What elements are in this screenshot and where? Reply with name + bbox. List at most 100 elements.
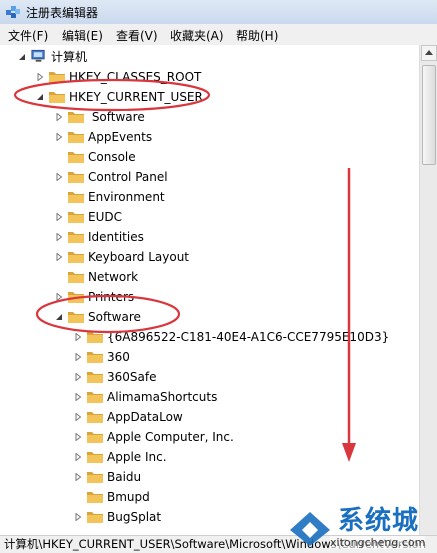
vertical-scrollbar[interactable] — [419, 45, 437, 535]
tree-node[interactable]: Apple Inc. — [0, 447, 400, 467]
watermark-text: 系统城 — [338, 506, 420, 536]
collapse-arrow-icon[interactable] — [55, 313, 63, 321]
tree-node[interactable]: Console — [0, 147, 400, 167]
folder-open-icon — [68, 312, 84, 323]
folder-icon — [68, 192, 84, 203]
folder-icon — [68, 132, 84, 143]
menu-favorites[interactable]: 收藏夹(A) — [170, 27, 224, 44]
folder-icon — [87, 512, 103, 523]
folder-icon — [68, 252, 84, 263]
tree-root-label: 计算机 — [51, 50, 88, 64]
regedit-icon — [6, 6, 20, 18]
tree-node[interactable]: Network — [0, 267, 400, 287]
folder-icon — [68, 212, 84, 223]
tree-node-label: Console — [88, 150, 136, 164]
tree-node[interactable]: AppDataLow — [0, 407, 400, 427]
expand-arrow-icon[interactable] — [74, 373, 82, 381]
expand-arrow-icon[interactable] — [74, 413, 82, 421]
expand-arrow-icon[interactable] — [74, 333, 82, 341]
tree-node[interactable]: 360 — [0, 347, 400, 367]
folder-open-icon — [49, 92, 65, 103]
tree-node-label: Baidu — [107, 470, 142, 484]
menu-bar: 文件(F) 编辑(E) 查看(V) 收藏夹(A) 帮助(H) — [0, 24, 437, 46]
scroll-thumb[interactable] — [422, 65, 436, 165]
tree-node[interactable]: EUDC — [0, 207, 400, 227]
tree-node-label: BugSplat — [107, 510, 162, 524]
folder-icon — [68, 112, 84, 123]
collapse-arrow-icon[interactable] — [36, 93, 44, 101]
title-bar: 注册表编辑器 — [0, 0, 437, 25]
tree-node-label: Printers — [88, 290, 135, 304]
menu-file[interactable]: 文件(F) — [8, 27, 48, 44]
tree-node[interactable]: Software — [0, 107, 400, 127]
menu-help[interactable]: 帮助(H) — [236, 27, 278, 44]
tree-node[interactable]: Software — [0, 307, 400, 327]
tree-node-label: Identities — [88, 230, 144, 244]
expand-arrow-icon[interactable] — [74, 353, 82, 361]
arrow-up-icon — [425, 50, 433, 55]
watermark-sub: xitongcheng.com — [330, 536, 426, 549]
tree-node[interactable]: Apple Computer, Inc. — [0, 427, 400, 447]
folder-icon — [87, 452, 103, 463]
tree-node-label: AlimamaShortcuts — [107, 390, 218, 404]
tree-node[interactable]: Identities — [0, 227, 400, 247]
tree-node-label: {6A896522-C181-40E4-A1C6-CCE7795E10D3} — [107, 330, 390, 344]
tree-node[interactable]: Keyboard Layout — [0, 247, 400, 267]
expand-arrow-icon[interactable] — [74, 513, 82, 521]
tree-node[interactable]: Baidu — [0, 467, 400, 487]
tree-root-computer[interactable]: 计算机 — [0, 47, 300, 67]
expand-arrow-icon[interactable] — [74, 473, 82, 481]
window-title: 注册表编辑器 — [26, 6, 99, 20]
tree-node-label: Software — [88, 110, 145, 124]
computer-icon — [31, 49, 45, 62]
tree-node[interactable]: AlimamaShortcuts — [0, 387, 400, 407]
tree-node[interactable]: HKEY_CURRENT_USER — [0, 87, 400, 107]
folder-icon — [87, 332, 103, 343]
expand-arrow-icon[interactable] — [55, 293, 63, 301]
expand-arrow-icon[interactable] — [55, 253, 63, 261]
folder-icon — [49, 72, 65, 83]
tree-node-label: Apple Inc. — [107, 450, 167, 464]
tree-node[interactable]: HKEY_CLASSES_ROOT — [0, 67, 400, 87]
menu-view[interactable]: 查看(V) — [116, 27, 158, 44]
tree-node-label: Control Panel — [88, 170, 168, 184]
expand-arrow-icon[interactable] — [74, 393, 82, 401]
tree-node[interactable]: Control Panel — [0, 167, 400, 187]
folder-icon — [87, 352, 103, 363]
tree-node-label: 360 — [107, 350, 130, 364]
tree-node-label: AppEvents — [88, 130, 153, 144]
tree-node[interactable]: 360Safe — [0, 367, 400, 387]
folder-icon — [68, 232, 84, 243]
folder-icon — [87, 492, 103, 503]
expand-arrow-icon[interactable] — [74, 433, 82, 441]
tree-node-label: Software — [88, 310, 141, 324]
expand-arrow-icon[interactable] — [36, 73, 44, 81]
tree-node-label: HKEY_CURRENT_USER — [69, 90, 203, 104]
tree-node[interactable]: AppEvents — [0, 127, 400, 147]
folder-icon — [87, 392, 103, 403]
collapse-arrow-icon[interactable] — [18, 53, 26, 61]
tree-node[interactable]: Printers — [0, 287, 400, 307]
tree-node-label: Apple Computer, Inc. — [107, 430, 234, 444]
expand-arrow-icon[interactable] — [74, 453, 82, 461]
folder-icon — [87, 372, 103, 383]
folder-icon — [68, 272, 84, 283]
folder-icon — [68, 172, 84, 183]
tree-node-label: 360Safe — [107, 370, 157, 384]
expand-arrow-icon[interactable] — [55, 213, 63, 221]
menu-edit[interactable]: 编辑(E) — [62, 27, 103, 44]
tree-node[interactable]: {6A896522-C181-40E4-A1C6-CCE7795E10D3} — [0, 327, 400, 347]
tree-node-label: EUDC — [88, 210, 122, 224]
expand-arrow-icon[interactable] — [55, 133, 63, 141]
folder-icon — [68, 152, 84, 163]
tree-node-label: Bmupd — [107, 490, 150, 504]
folder-icon — [68, 292, 84, 303]
tree-node-label: HKEY_CLASSES_ROOT — [69, 70, 202, 84]
tree-node-label: Keyboard Layout — [88, 250, 190, 264]
expand-arrow-icon[interactable] — [55, 233, 63, 241]
scroll-up-button[interactable] — [421, 45, 437, 61]
expand-arrow-icon[interactable] — [55, 113, 63, 121]
tree-node[interactable]: Environment — [0, 187, 400, 207]
expand-arrow-icon[interactable] — [55, 173, 63, 181]
registry-tree[interactable]: 计算机 HKEY_CLASSES_ROOT HKEY_CURRENT_USER S… — [0, 45, 419, 535]
